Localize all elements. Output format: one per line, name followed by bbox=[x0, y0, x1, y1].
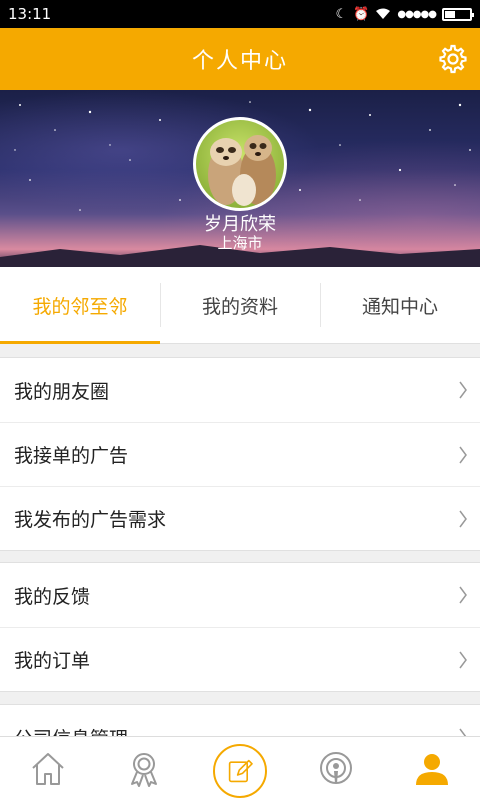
menu-item-label: 我接单的广告 bbox=[14, 445, 129, 467]
signal-icon: ●●●●● bbox=[397, 8, 437, 20]
alarm-icon: ⏰ bbox=[353, 6, 370, 22]
status-time: 13:11 bbox=[8, 5, 52, 23]
menu-item-feedback[interactable]: 我的反馈 bbox=[0, 563, 480, 627]
nav-profile[interactable] bbox=[384, 737, 480, 800]
chevron-right-icon bbox=[459, 586, 467, 604]
tab-my-profile[interactable]: 我的资料 bbox=[160, 267, 320, 343]
battery-icon bbox=[442, 7, 474, 21]
menu-group-1: 我的朋友圈 我接单的广告 我发布的广告需求 bbox=[0, 357, 480, 551]
compose-icon bbox=[228, 759, 253, 782]
page-title: 个人中心 bbox=[191, 49, 288, 74]
wifi-icon bbox=[376, 8, 391, 19]
avatar[interactable] bbox=[193, 117, 287, 211]
nav-broadcast[interactable] bbox=[288, 737, 384, 800]
menu-item-accepted-ads[interactable]: 我接单的广告 bbox=[0, 422, 480, 486]
profile-banner: 岁月欣荣 上海市 bbox=[0, 90, 480, 267]
profile-city: 上海市 bbox=[217, 234, 263, 252]
podcast-icon bbox=[320, 751, 352, 784]
nav-compose[interactable] bbox=[192, 737, 288, 800]
meerkat-avatar-image bbox=[208, 135, 276, 206]
header-bar: 个人中心 bbox=[0, 28, 480, 90]
nav-home[interactable] bbox=[0, 737, 96, 800]
menu-item-label: 我的反馈 bbox=[14, 585, 91, 608]
bottom-navigation bbox=[0, 736, 480, 800]
menu-item-orders[interactable]: 我的订单 bbox=[0, 627, 480, 691]
tab-notification-center[interactable]: 通知中心 bbox=[320, 267, 480, 343]
status-bar: 13:11 ☾ ⏰ ●●●●● bbox=[0, 0, 480, 28]
menu-group-2: 我的反馈 我的订单 bbox=[0, 562, 480, 692]
tab-my-neighbor[interactable]: 我的邻至邻 bbox=[0, 267, 160, 344]
menu-item-label: 我的订单 bbox=[14, 650, 91, 672]
menu-item-published-ad-requests[interactable]: 我发布的广告需求 bbox=[0, 486, 480, 550]
chevron-right-icon bbox=[459, 651, 467, 669]
profile-tabs: 我的邻至邻 我的资料 通知中心 bbox=[0, 267, 480, 344]
badge-icon bbox=[131, 752, 157, 787]
menu-item-label: 我的朋友圈 bbox=[14, 380, 110, 403]
chevron-right-icon bbox=[459, 381, 467, 399]
nav-rewards[interactable] bbox=[96, 737, 192, 800]
menu-item-label: 我发布的广告需求 bbox=[14, 509, 167, 531]
chevron-right-icon bbox=[459, 510, 467, 528]
moon-icon: ☾ bbox=[335, 6, 348, 22]
compose-button[interactable] bbox=[213, 743, 267, 798]
menu-item-friends-circle[interactable]: 我的朋友圈 bbox=[0, 358, 480, 422]
chevron-right-icon bbox=[459, 446, 467, 464]
gear-icon[interactable] bbox=[438, 44, 468, 74]
profile-icon bbox=[416, 753, 448, 785]
home-icon bbox=[32, 752, 64, 785]
